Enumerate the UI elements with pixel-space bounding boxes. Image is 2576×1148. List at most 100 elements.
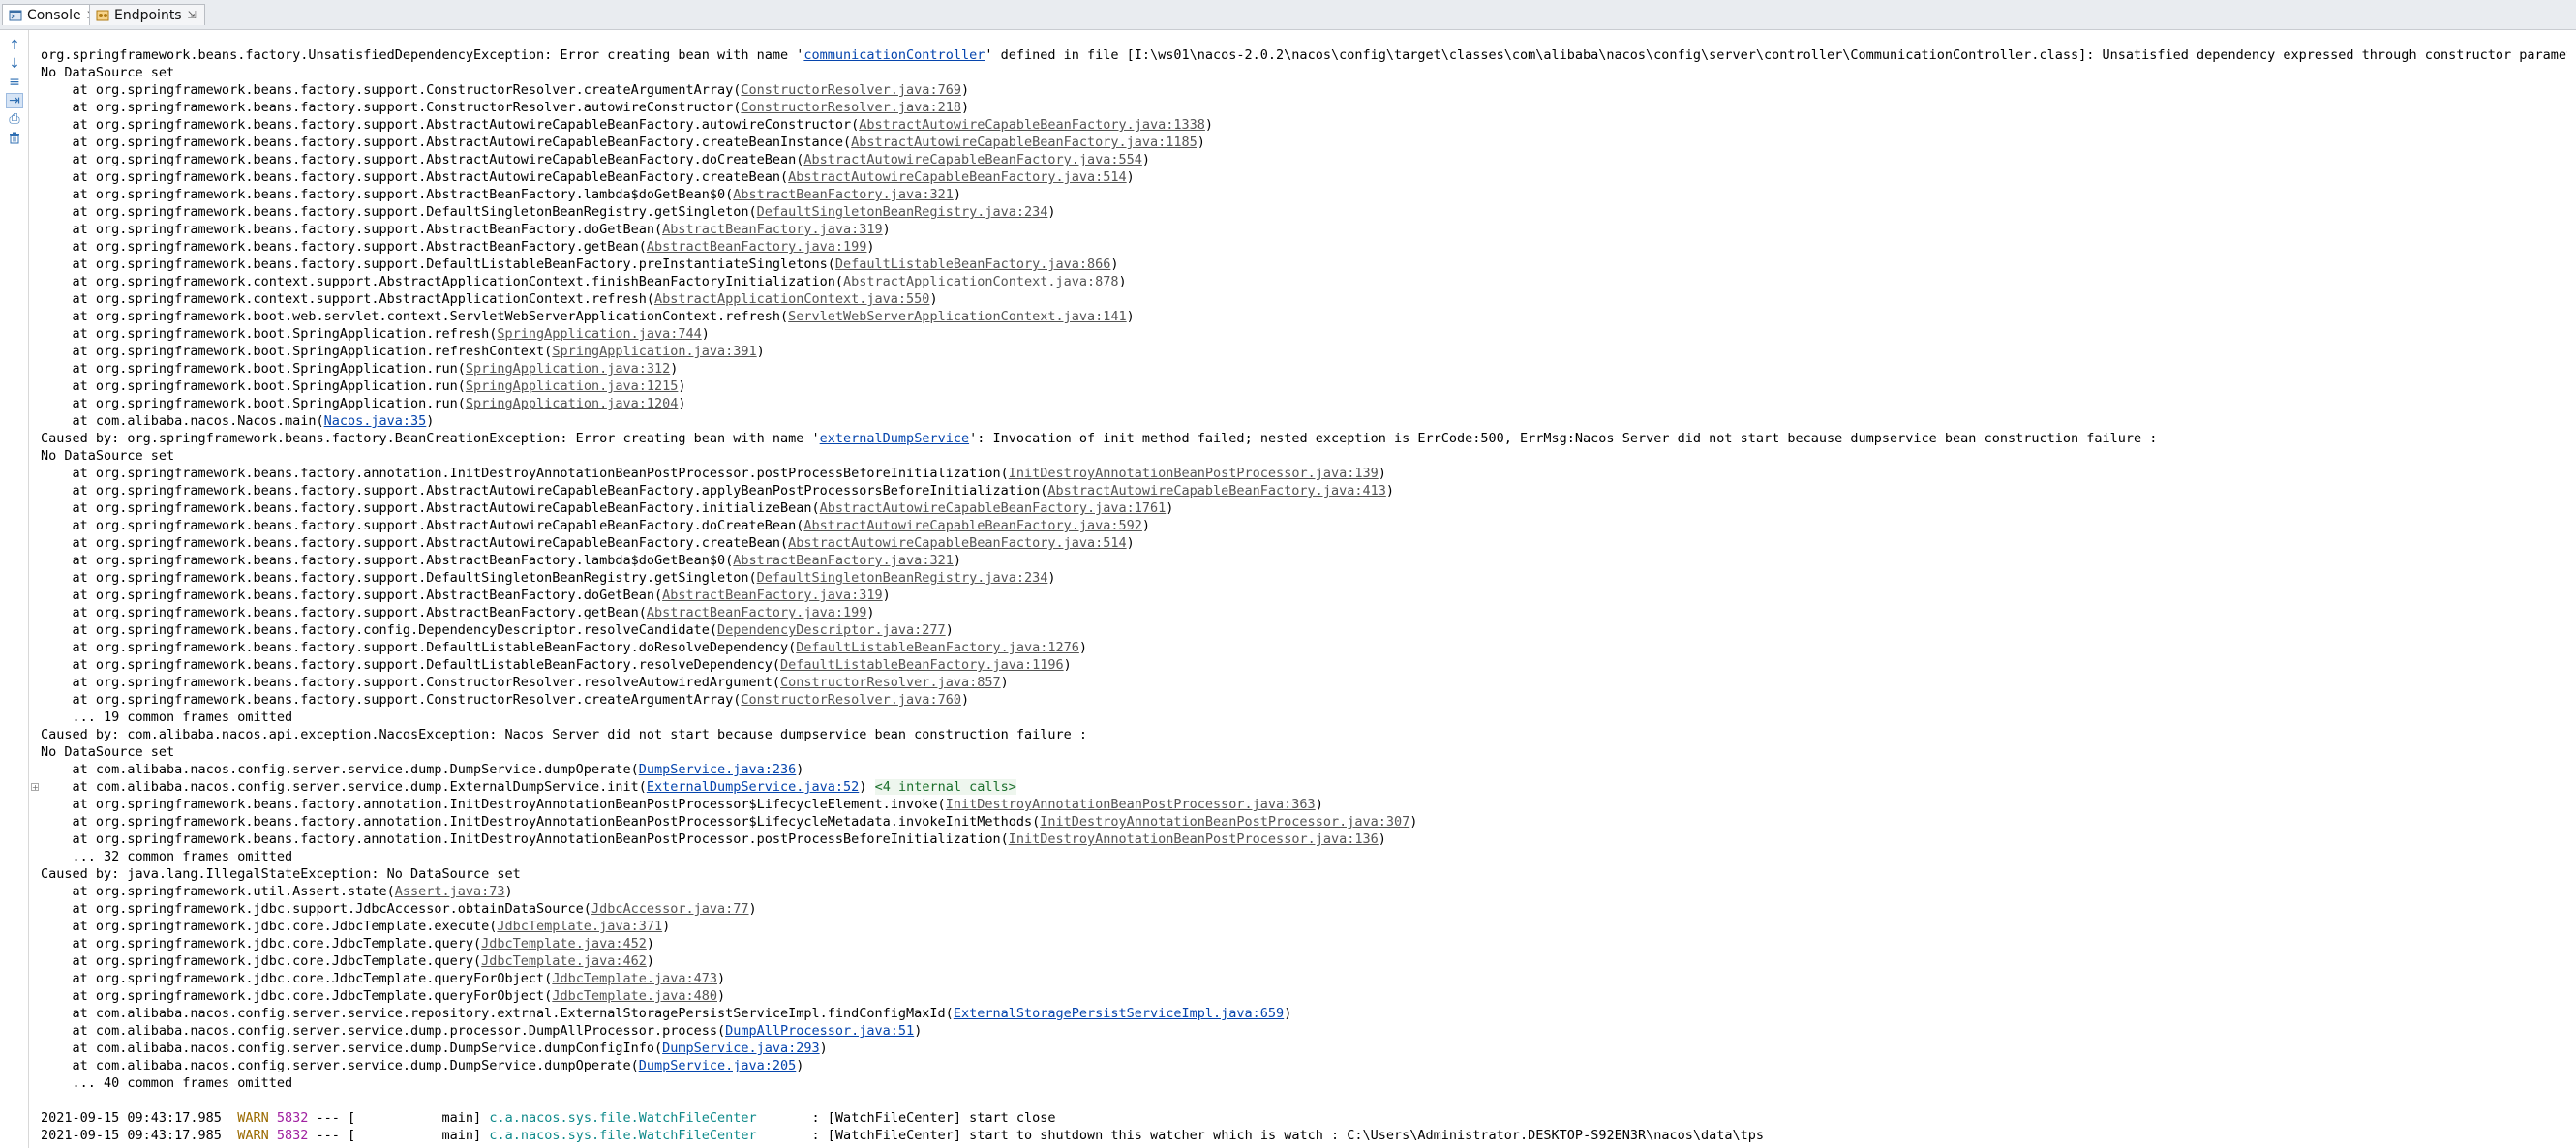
source-link[interactable]: InitDestroyAnnotationBeanPostProcessor.j… [1040, 814, 1409, 830]
source-link[interactable]: JdbcAccessor.java:77 [591, 901, 749, 917]
source-link[interactable]: JdbcTemplate.java:480 [552, 988, 717, 1004]
scroll-up-icon[interactable]: ↑ [6, 38, 23, 53]
source-link[interactable]: InitDestroyAnnotationBeanPostProcessor.j… [1009, 831, 1379, 847]
source-link[interactable]: communicationController [803, 47, 985, 63]
source-link[interactable]: SpringApplication.java:744 [497, 326, 701, 342]
log-text: ) [960, 82, 970, 98]
tab-menu-icon[interactable]: ⇲ [188, 9, 197, 21]
source-link[interactable]: AbstractAutowireCapableBeanFactory.java:… [1047, 483, 1386, 498]
log-text: ) [953, 187, 961, 202]
source-link[interactable]: AbstractBeanFactory.java:319 [662, 222, 883, 237]
source-link[interactable]: AbstractBeanFactory.java:199 [647, 239, 867, 255]
scroll-down-icon[interactable]: ↓ [6, 56, 23, 72]
log-text: at org.springframework.beans.factory.sup… [41, 640, 797, 655]
source-link[interactable]: AbstractAutowireCapableBeanFactory.java:… [820, 500, 1167, 516]
source-link[interactable]: AbstractBeanFactory.java:321 [733, 553, 954, 568]
log-text: at org.springframework.beans.factory.sup… [41, 152, 804, 167]
log-text: ) [1378, 831, 1386, 847]
source-link[interactable]: InitDestroyAnnotationBeanPostProcessor.j… [946, 797, 1316, 812]
log-text: ) [796, 762, 804, 777]
console-line: at org.springframework.beans.factory.sup… [41, 256, 2567, 273]
log-text: ) [866, 605, 875, 620]
source-link[interactable]: AbstractBeanFactory.java:199 [647, 605, 867, 620]
log-text: ) [646, 953, 654, 969]
console-line: at org.springframework.beans.factory.sup… [41, 99, 2567, 116]
source-link[interactable]: DefaultListableBeanFactory.java:866 [835, 257, 1110, 272]
source-link[interactable]: JdbcTemplate.java:371 [497, 919, 662, 934]
source-link[interactable]: SpringApplication.java:312 [466, 361, 670, 377]
console-line: at com.alibaba.nacos.Nacos.main(Nacos.ja… [41, 412, 2567, 430]
source-link[interactable]: JdbcTemplate.java:473 [552, 971, 717, 986]
log-text: : [WatchFileCenter] start close [803, 1110, 1056, 1126]
source-link[interactable]: ExternalDumpService.java:52 [647, 779, 859, 795]
source-link[interactable]: DefaultSingletonBeanRegistry.java:234 [757, 204, 1048, 220]
log-text: ) [914, 1023, 923, 1039]
source-link[interactable]: DumpAllProcessor.java:51 [725, 1023, 914, 1039]
log-text: at org.springframework.boot.SpringApplic… [41, 361, 466, 377]
log-text: ... 19 common frames omitted [41, 710, 293, 725]
source-link[interactable]: DefaultSingletonBeanRegistry.java:234 [757, 570, 1048, 586]
source-link[interactable]: ConstructorResolver.java:769 [741, 82, 961, 98]
log-text: at org.springframework.beans.factory.sup… [41, 483, 1048, 498]
source-link[interactable]: JdbcTemplate.java:452 [481, 936, 647, 952]
log-text: ) [748, 901, 757, 917]
source-link[interactable]: SpringApplication.java:1204 [466, 396, 678, 411]
source-link[interactable]: AbstractAutowireCapableBeanFactory.java:… [859, 117, 1205, 133]
console-line: at org.springframework.beans.factory.sup… [41, 168, 2567, 186]
source-link[interactable]: SpringApplication.java:1215 [466, 378, 678, 394]
source-link[interactable]: Assert.java:73 [395, 884, 505, 899]
source-link[interactable]: DependencyDescriptor.java:277 [717, 622, 946, 638]
clear-all-icon[interactable] [6, 130, 23, 145]
source-link[interactable]: AbstractAutowireCapableBeanFactory.java:… [788, 535, 1127, 551]
console-line: at com.alibaba.nacos.config.server.servi… [41, 761, 2567, 778]
console-line: at org.springframework.beans.factory.sup… [41, 151, 2567, 168]
source-link[interactable]: Nacos.java:35 [324, 413, 427, 429]
source-link[interactable]: AbstractAutowireCapableBeanFactory.java:… [851, 135, 1197, 150]
source-link[interactable]: DumpService.java:205 [639, 1058, 797, 1073]
source-link[interactable]: DefaultListableBeanFactory.java:1196 [780, 657, 1064, 673]
print-icon[interactable]: ⎙ [6, 111, 23, 127]
console-line: at org.springframework.beans.factory.ann… [41, 831, 2567, 848]
source-link[interactable]: ConstructorResolver.java:857 [780, 675, 1001, 690]
source-link[interactable]: AbstractApplicationContext.java:878 [843, 274, 1118, 289]
console-line: at org.springframework.beans.factory.sup… [41, 238, 2567, 256]
source-link[interactable]: AbstractBeanFactory.java:319 [662, 588, 883, 603]
log-text: ) [953, 553, 961, 568]
log-token: c.a.nacos.sys.file.WatchFileCenter [489, 1110, 804, 1126]
log-text: Caused by: com.alibaba.nacos.api.excepti… [41, 727, 1087, 742]
source-link[interactable]: AbstractApplicationContext.java:550 [654, 291, 929, 307]
source-link[interactable]: ServletWebServerApplicationContext.java:… [788, 309, 1127, 324]
console-line: at org.springframework.boot.SpringApplic… [41, 378, 2567, 395]
console-output[interactable]: org.springframework.beans.factory.Unsati… [41, 46, 2567, 1148]
endpoints-icon [96, 9, 109, 22]
scroll-to-end-icon[interactable]: ⇥ [6, 93, 23, 108]
expand-fold-icon[interactable]: + [31, 783, 39, 792]
console-line: at org.springframework.jdbc.core.JdbcTem… [41, 952, 2567, 970]
source-link[interactable]: AbstractBeanFactory.java:321 [733, 187, 954, 202]
source-link[interactable]: SpringApplication.java:391 [552, 344, 756, 359]
source-link[interactable]: DumpService.java:236 [639, 762, 797, 777]
source-link[interactable]: externalDumpService [820, 431, 969, 446]
source-link[interactable]: ExternalStoragePersistServiceImpl.java:6… [954, 1006, 1284, 1021]
log-text: at org.springframework.beans.factory.sup… [41, 570, 757, 586]
log-text: ': Invocation of init method failed; nes… [969, 431, 2158, 446]
source-link[interactable]: DumpService.java:293 [662, 1041, 820, 1056]
tab-endpoints[interactable]: Endpoints ⇲ [89, 4, 205, 25]
log-text: ) [678, 378, 686, 394]
soft-wrap-icon[interactable]: ≡ [6, 75, 23, 90]
source-link[interactable]: AbstractAutowireCapableBeanFactory.java:… [803, 152, 1142, 167]
source-link[interactable]: InitDestroyAnnotationBeanPostProcessor.j… [1009, 466, 1379, 481]
source-link[interactable]: DefaultListableBeanFactory.java:1276 [796, 640, 1079, 655]
console-line: at org.springframework.beans.factory.sup… [41, 81, 2567, 99]
source-link[interactable]: ConstructorResolver.java:760 [741, 692, 961, 708]
log-text: No DataSource set [41, 65, 175, 80]
log-text: at org.springframework.context.support.A… [41, 291, 654, 307]
source-link[interactable]: JdbcTemplate.java:462 [481, 953, 647, 969]
log-text: Caused by: java.lang.IllegalStateExcepti… [41, 866, 521, 882]
source-link[interactable]: AbstractAutowireCapableBeanFactory.java:… [788, 169, 1127, 185]
internal-calls-fold[interactable]: <4 internal calls> [874, 779, 1016, 795]
source-link[interactable]: AbstractAutowireCapableBeanFactory.java:… [803, 518, 1142, 533]
console-line: at org.springframework.beans.factory.sup… [41, 482, 2567, 499]
console-line: ... 19 common frames omitted [41, 709, 2567, 726]
source-link[interactable]: ConstructorResolver.java:218 [741, 100, 961, 115]
